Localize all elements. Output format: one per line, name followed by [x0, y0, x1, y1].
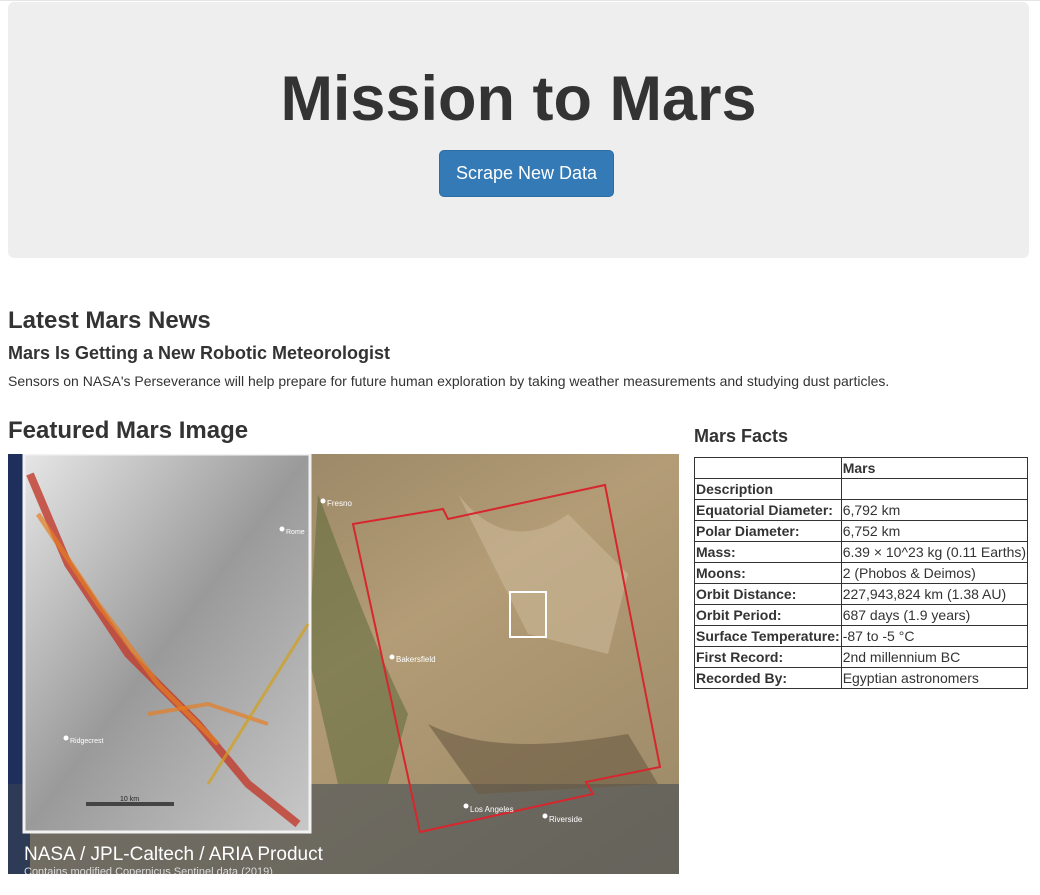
scrape-new-data-button[interactable]: Scrape New Data — [439, 150, 614, 197]
page-title: Mission to Mars — [280, 64, 757, 134]
jumbotron: Mission to Mars Scrape New Data — [8, 2, 1029, 258]
fact-value: 687 days (1.9 years) — [840, 604, 1029, 626]
fact-label: Orbit Distance: — [694, 583, 842, 605]
fact-value: Egyptian astronomers — [840, 667, 1029, 689]
fact-label: Surface Temperature: — [694, 625, 842, 647]
map-label-fresno: Fresno — [327, 499, 352, 508]
image-subcaption: Contains modified Copernicus Sentinel da… — [24, 866, 273, 874]
map-label-los-angeles: Los Angeles — [470, 805, 514, 814]
fact-value: 6,792 km — [840, 499, 1029, 521]
fact-label: Description — [694, 478, 842, 500]
latest-news-heading: Latest Mars News — [8, 307, 211, 334]
fact-label: First Record: — [694, 646, 842, 668]
featured-image-heading: Featured Mars Image — [8, 417, 249, 444]
fact-label: Orbit Period: — [694, 604, 842, 626]
table-row: Orbit Distance: 227,943,824 km (1.38 AU) — [694, 583, 1029, 605]
mars-facts-heading: Mars Facts — [694, 426, 789, 446]
fact-value: 2 (Phobos & Deimos) — [840, 562, 1029, 584]
fact-label: Equatorial Diameter: — [694, 499, 842, 521]
top-border — [0, 0, 1040, 1]
fact-value: 6.39 × 10^23 kg (0.11 Earths) — [840, 541, 1029, 563]
table-row: Moons: 2 (Phobos & Deimos) — [694, 562, 1029, 584]
table-row: Polar Diameter: 6,752 km — [694, 520, 1029, 542]
fact-label: Recorded By: — [694, 667, 842, 689]
mars-facts-table: Mars Description Equatorial Diameter: 6,… — [694, 457, 1029, 689]
fact-label: Mass: — [694, 541, 842, 563]
table-row: First Record: 2nd millennium BC — [694, 646, 1029, 668]
table-row: Recorded By: Egyptian astronomers — [694, 667, 1029, 689]
table-header-row: Mars — [694, 457, 1029, 479]
fact-value: 227,943,824 km (1.38 AU) — [840, 583, 1029, 605]
map-label-rome: Rome — [286, 529, 305, 536]
table-header-mars: Mars — [840, 457, 1029, 479]
map-label-bakersfield: Bakersfield — [396, 655, 436, 664]
map-label-ridgecrest: Ridgecrest — [70, 738, 104, 745]
table-row: Description — [694, 478, 1029, 500]
fact-value: 6,752 km — [840, 520, 1029, 542]
fact-value — [840, 478, 1029, 500]
featured-image[interactable]: 10 km Fresno Bakersfield Los Angeles Riv… — [8, 454, 679, 874]
news-title: Mars Is Getting a New Robotic Meteorolog… — [8, 343, 391, 363]
table-row: Surface Temperature: -87 to -5 °C — [694, 625, 1029, 647]
table-row: Orbit Period: 687 days (1.9 years) — [694, 604, 1029, 626]
table-header-empty — [694, 457, 842, 479]
fact-value: -87 to -5 °C — [840, 625, 1029, 647]
table-row: Equatorial Diameter: 6,792 km — [694, 499, 1029, 521]
news-paragraph: Sensors on NASA's Perseverance will help… — [8, 373, 890, 389]
map-label-riverside: Riverside — [549, 815, 583, 824]
fact-label: Moons: — [694, 562, 842, 584]
table-row: Mass: 6.39 × 10^23 kg (0.11 Earths) — [694, 541, 1029, 563]
fact-label: Polar Diameter: — [694, 520, 842, 542]
image-caption: NASA / JPL-Caltech / ARIA Product — [24, 844, 324, 865]
scale-label: 10 km — [120, 796, 139, 803]
fact-value: 2nd millennium BC — [840, 646, 1029, 668]
